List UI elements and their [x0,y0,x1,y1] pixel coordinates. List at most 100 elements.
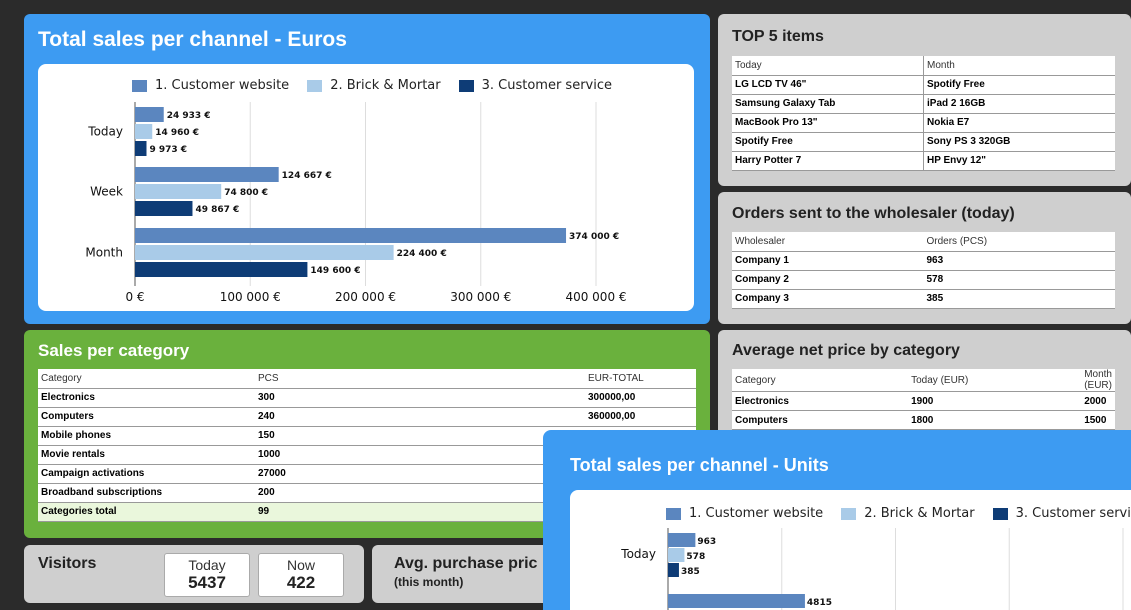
top5-items-panel: TOP 5 items Today Month LG LCD TV 46" Spo… [718,14,1131,186]
table-cell: Computers [38,407,255,427]
table-cell: 578 [923,270,1115,290]
table-cell: 2000 [1081,391,1115,411]
table-cell: Nokia E7 [923,113,1115,133]
category-label: Week [90,185,123,199]
bar [135,141,147,156]
units-sales-panel: Total sales per channel - Units 1. Custo… [543,430,1131,610]
units-panel-title: Total sales per channel - Units [570,455,829,475]
table-cell: Campaign activations [38,464,255,484]
table-cell: Company 3 [732,289,924,309]
table-row: Electronics 300 300000,00 [38,388,696,408]
bar [668,533,696,547]
euros-panel-title: Total sales per channel - Euros [38,28,347,51]
visitors-title: Visitors [38,555,97,572]
table-row: Company 2 578 [732,270,1115,290]
bar [135,124,153,139]
bar-data-label: 224 400 € [397,249,447,259]
table-cell: 150 [255,426,585,446]
table-cell: Spotify Free [923,75,1115,95]
table-cell: Harry Potter 7 [732,151,924,171]
euros-bar-chart: 0 € 100 000 € 200 000 € 300 000 € 400 000 € T… [85,102,627,304]
table-cell: 1000 [255,445,585,465]
avg-purchase-title: Avg. purchase pric [394,555,538,572]
bar-data-label: 74 800 € [224,188,268,198]
euros-sales-panel: Total sales per channel - Euros 1. Custo… [24,14,710,324]
top5-title: TOP 5 items [732,28,824,45]
bar-data-label: 24 933 € [167,111,211,121]
visitors-today-label: Today [188,557,226,573]
table-cell: Electronics [38,388,255,408]
table-cell: Electronics [732,391,909,411]
bar [135,228,567,243]
table-header: Month [923,56,1115,76]
bar-data-label: 149 600 € [310,266,360,276]
bar-data-label: 9 973 € [149,145,187,155]
visitors-today-value: 5437 [188,573,226,592]
table-header-row: Category Today (EUR) Month (EUR) [732,369,1115,392]
table-header: Category [38,369,255,389]
table-cell: iPad 2 16GB [923,94,1115,114]
units-chart-box: 1. Customer website 2. Brick & Mortar 3.… [570,490,1131,610]
bar [135,262,308,277]
table-cell: 99 [255,502,585,522]
visitors-now-box: Now 422 [258,553,344,597]
table-row: MacBook Pro 13" Nokia E7 [732,113,1115,133]
category-label: Today [87,125,123,139]
table-row: Electronics 1900 2000 [732,391,1115,411]
table-cell: LG LCD TV 46" [732,75,924,95]
bar [135,184,222,199]
bar-data-label: 385 [681,567,700,577]
category-panel-title: Sales per category [38,341,190,360]
orders-table: Wholesaler Orders (PCS) Company 1 963 Comp… [732,232,1115,309]
table-header-row: Wholesaler Orders (PCS) [732,232,1115,252]
table-cell: Company 1 [732,251,924,271]
units-bar-chart: Today 963 578 385 4815 [620,528,1124,610]
bar [135,107,164,122]
table-header: Month (EUR) [1081,369,1115,392]
bar [668,563,679,577]
bar-data-label: 49 867 € [195,205,239,215]
table-cell: MacBook Pro 13" [732,113,924,133]
orders-wholesaler-panel: Orders sent to the wholesaler (today) Wh… [718,192,1131,324]
table-cell: 963 [923,251,1115,271]
table-cell: Broadband subscriptions [38,483,255,503]
table-cell: Spotify Free [732,132,924,152]
table-cell: Samsung Galaxy Tab [732,94,924,114]
top5-table: Today Month LG LCD TV 46" Spotify Free Sam… [732,56,1115,171]
bar [135,201,193,216]
x-tick-label: 400 000 € [565,290,626,304]
orders-title: Orders sent to the wholesaler (today) [732,205,1015,222]
table-row: Company 3 385 [732,289,1115,309]
visitors-today-box: Today 5437 [164,553,250,597]
category-label: Today [620,547,656,561]
table-header: EUR-TOTAL [585,369,696,389]
table-cell: Computers [732,410,909,430]
x-tick-label: 200 000 € [335,290,396,304]
table-header: Today (EUR) [908,369,1082,392]
visitors-panel: Visitors Today 5437 Now 422 [24,545,364,603]
table-row: Samsung Galaxy Tab iPad 2 16GB [732,94,1115,114]
bar [668,594,805,608]
bar-data-label: 124 667 € [282,171,332,181]
table-row: Computers 1800 1500 [732,410,1115,430]
table-cell: 1800 [908,410,1082,430]
bar-data-label: 578 [686,552,705,562]
table-cell: 200 [255,483,585,503]
table-cell: 300000,00 [585,388,696,408]
table-cell: Mobile phones [38,426,255,446]
visitors-now-value: 422 [286,573,316,592]
table-header: Today [732,56,924,76]
table-row: Spotify Free Sony PS 3 320GB [732,132,1115,152]
table-cell: Categories total [38,502,255,522]
table-row: Harry Potter 7 HP Envy 12" [732,151,1115,171]
table-row: LG LCD TV 46" Spotify Free [732,75,1115,95]
x-tick-label: 300 000 € [450,290,511,304]
table-cell: 27000 [255,464,585,484]
bar [135,245,394,260]
table-cell: 1500 [1081,410,1115,430]
bar [135,167,279,182]
table-header: Orders (PCS) [923,232,1115,252]
avg-purchase-panel: Avg. purchase pric (this month) [372,545,562,603]
table-cell: 300 [255,388,585,408]
table-cell: Company 2 [732,270,924,290]
